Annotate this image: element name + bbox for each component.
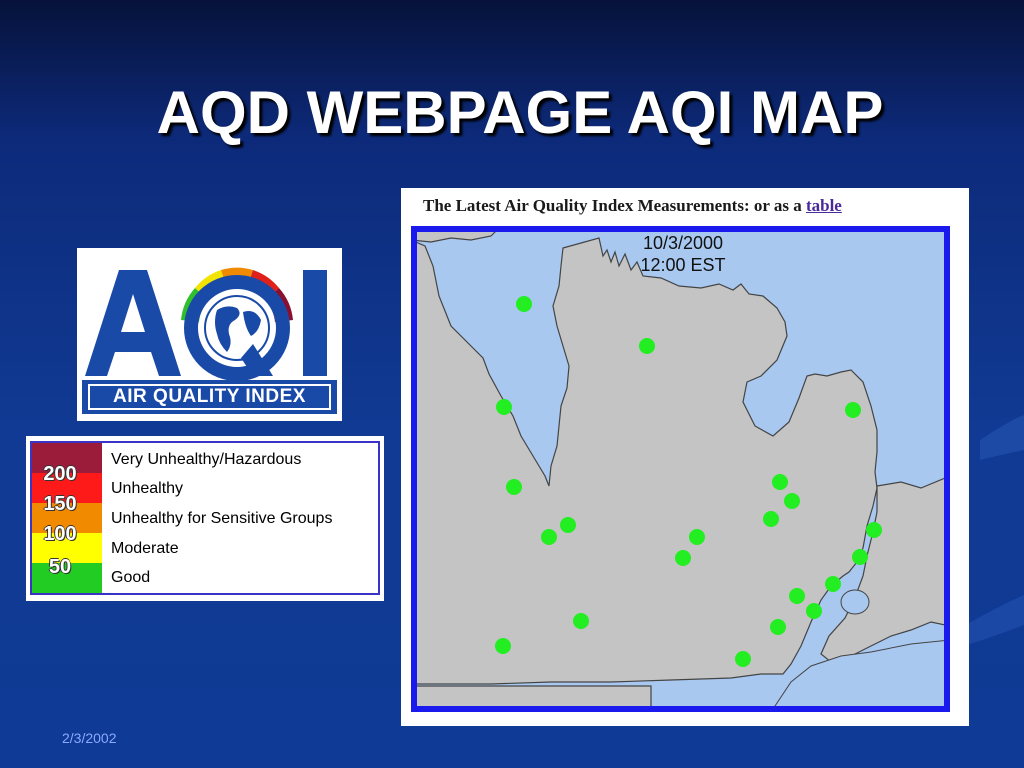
michigan-map bbox=[411, 226, 950, 712]
monitor-site[interactable] bbox=[735, 651, 751, 667]
monitor-site[interactable] bbox=[772, 474, 788, 490]
map-datetime: 10/3/2000 12:00 EST bbox=[623, 232, 743, 276]
monitor-site[interactable] bbox=[495, 638, 511, 654]
legend-label-good: Good bbox=[111, 569, 151, 586]
monitor-site[interactable] bbox=[541, 529, 557, 545]
legend-value-150: 150 bbox=[43, 493, 77, 515]
monitor-site[interactable] bbox=[845, 402, 861, 418]
legend-value-50: 50 bbox=[48, 556, 72, 578]
monitor-site[interactable] bbox=[770, 619, 786, 635]
legend-label-sensitive: Unhealthy for Sensitive Groups bbox=[111, 510, 333, 527]
aqi-logo-graphic bbox=[85, 267, 327, 381]
monitor-site[interactable] bbox=[675, 550, 691, 566]
legend-value-100: 100 bbox=[43, 523, 77, 545]
monitor-site[interactable] bbox=[806, 603, 822, 619]
aqi-logo-banner-text: AIR QUALITY INDEX bbox=[88, 384, 331, 410]
legend-label-very-unhealthy: Very Unhealthy/Hazardous bbox=[111, 451, 302, 468]
aqi-legend: 200 150 100 50 Very Unhealthy/Hazardous … bbox=[26, 436, 384, 601]
footer-date: 2/3/2002 bbox=[62, 730, 117, 746]
map-header-text: The Latest Air Quality Index Measurement… bbox=[423, 196, 806, 215]
legend-value-200: 200 bbox=[43, 463, 77, 485]
table-link[interactable]: table bbox=[806, 196, 842, 215]
legend-label-unhealthy: Unhealthy bbox=[111, 480, 184, 497]
monitor-site[interactable] bbox=[560, 517, 576, 533]
map-header: The Latest Air Quality Index Measurement… bbox=[423, 196, 842, 216]
slide-title: AQD WEBPAGE AQI MAP bbox=[156, 79, 884, 146]
monitor-site[interactable] bbox=[866, 522, 882, 538]
lake-st-clair bbox=[840, 589, 870, 615]
monitor-site[interactable] bbox=[789, 588, 805, 604]
monitor-site[interactable] bbox=[784, 493, 800, 509]
aqi-logo-banner: AIR QUALITY INDEX bbox=[82, 380, 337, 414]
aqi-map-panel: The Latest Air Quality Index Measurement… bbox=[401, 188, 969, 726]
monitor-site[interactable] bbox=[825, 576, 841, 592]
map-time: 12:00 EST bbox=[640, 255, 726, 275]
monitor-site[interactable] bbox=[516, 296, 532, 312]
monitor-site[interactable] bbox=[506, 479, 522, 495]
monitor-site[interactable] bbox=[496, 399, 512, 415]
map-date: 10/3/2000 bbox=[642, 233, 724, 253]
monitor-site[interactable] bbox=[639, 338, 655, 354]
monitor-site[interactable] bbox=[573, 613, 589, 629]
aqi-legend-frame: 200 150 100 50 Very Unhealthy/Hazardous … bbox=[30, 441, 380, 595]
legend-label-moderate: Moderate bbox=[111, 540, 179, 557]
monitor-site[interactable] bbox=[763, 511, 779, 527]
monitor-site[interactable] bbox=[852, 549, 868, 565]
monitor-site[interactable] bbox=[689, 529, 705, 545]
aqi-logo: AIR QUALITY INDEX bbox=[77, 248, 342, 421]
